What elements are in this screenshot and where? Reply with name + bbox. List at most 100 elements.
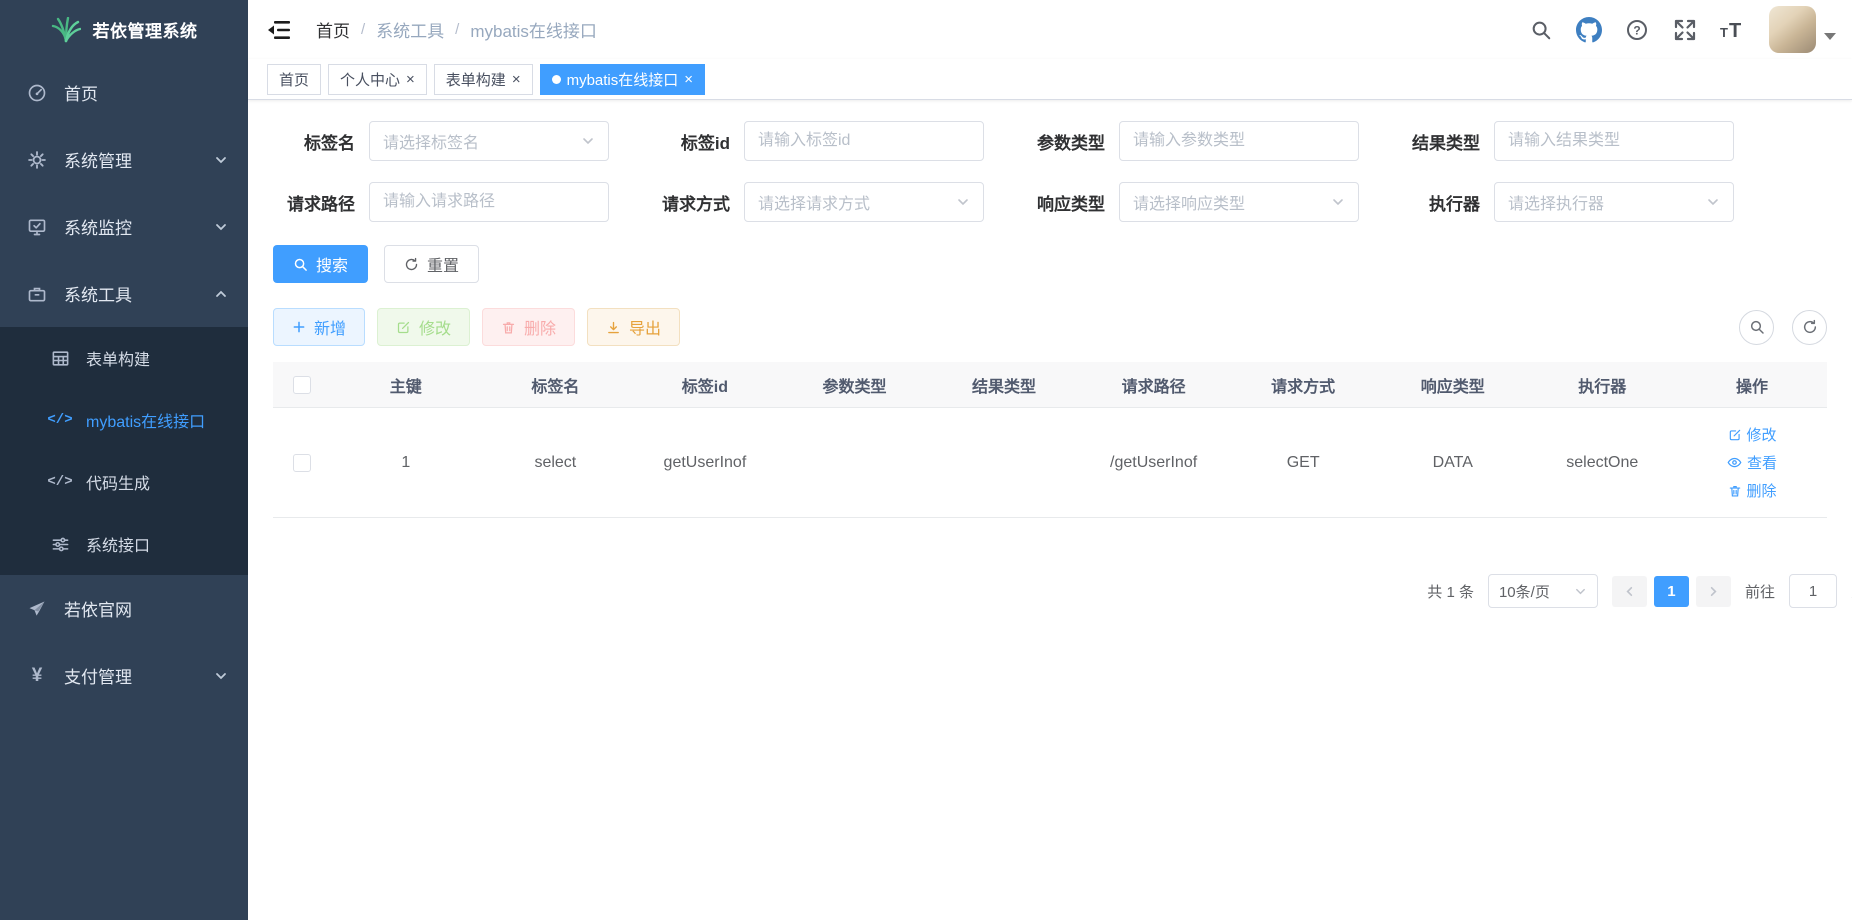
sidebar-item-form-builder[interactable]: 表单构建: [0, 327, 248, 389]
trash-icon: [1728, 484, 1742, 498]
sidebar-item-payment-management[interactable]: ¥ 支付管理: [0, 642, 248, 709]
reset-button[interactable]: 重置: [384, 245, 479, 283]
cell-response-type: DATA: [1378, 450, 1528, 476]
help-icon[interactable]: ?: [1617, 10, 1657, 50]
page-size-select[interactable]: 10条/页: [1488, 574, 1598, 608]
tab-form-builder[interactable]: 表单构建 ×: [434, 64, 533, 95]
refresh-table-button[interactable]: [1792, 310, 1827, 345]
sidebar-item-system-monitor[interactable]: 系统监控: [0, 193, 248, 260]
chevron-left-icon: [1623, 585, 1636, 598]
table-row[interactable]: 1 select getUserInof /getUserInof GET DA…: [273, 408, 1827, 518]
sidebar-item-label: 系统监控: [64, 214, 132, 239]
topbar-tools: ? T T: [1521, 6, 1836, 53]
chevron-down-icon: [1574, 585, 1587, 598]
app-root: 若依管理系统 首页: [0, 0, 1852, 920]
caret-down-icon: [1824, 33, 1836, 40]
result-type-input[interactable]: [1494, 121, 1734, 161]
close-icon[interactable]: ×: [684, 72, 693, 87]
sidebar-item-system-tools[interactable]: 系统工具: [0, 260, 248, 327]
field-request-path: 请求路径: [273, 182, 648, 222]
table-toolbar: 新增 修改 删除: [273, 308, 1827, 346]
sidebar-item-home[interactable]: 首页: [0, 59, 248, 126]
column-header: 标签名: [481, 369, 631, 401]
row-checkbox[interactable]: [293, 454, 311, 472]
sidebar-item-mybatis-online-api[interactable]: </> mybatis在线接口: [0, 389, 248, 451]
row-view-link[interactable]: 查看: [1727, 452, 1777, 473]
dashboard-icon: [26, 82, 48, 104]
sidebar-item-label: 代码生成: [86, 470, 150, 494]
breadcrumb: 首页 / 系统工具 / mybatis在线接口: [316, 17, 597, 42]
logo[interactable]: 若依管理系统: [0, 0, 248, 59]
param-type-input[interactable]: [1119, 121, 1359, 161]
tag-id-input[interactable]: [744, 121, 984, 161]
delete-button[interactable]: 删除: [482, 308, 575, 346]
row-delete-link[interactable]: 删除: [1728, 480, 1777, 501]
chevron-down-icon: [214, 153, 228, 167]
prev-page-button[interactable]: [1612, 576, 1647, 607]
page-number-1[interactable]: 1: [1654, 576, 1689, 607]
search-icon: [293, 257, 308, 272]
sidebar-item-label: 系统管理: [64, 147, 132, 172]
field-executor: 执行器 请选择执行器: [1398, 182, 1773, 222]
tab-home[interactable]: 首页: [267, 64, 321, 95]
search-form: 标签名 请选择标签名 标签id 参数类型: [273, 121, 1827, 243]
request-method-select[interactable]: 请选择请求方式: [744, 182, 984, 222]
tab-profile[interactable]: 个人中心 ×: [328, 64, 427, 95]
app-title: 若依管理系统: [93, 17, 198, 42]
close-icon[interactable]: ×: [406, 72, 415, 87]
fullscreen-icon[interactable]: [1665, 10, 1705, 50]
active-tab-dot: [552, 75, 561, 84]
tab-label: 表单构建: [446, 69, 506, 90]
chevron-right-icon: [1707, 585, 1720, 598]
main-area: 首页 / 系统工具 / mybatis在线接口: [248, 0, 1852, 920]
sidebar-item-system-management[interactable]: 系统管理: [0, 126, 248, 193]
close-icon[interactable]: ×: [512, 72, 521, 87]
svg-text:?: ?: [1633, 23, 1640, 37]
code-icon: </>: [49, 409, 71, 431]
trash-icon: [501, 320, 516, 335]
goto-page-input[interactable]: [1789, 574, 1837, 608]
tab-mybatis-online-api[interactable]: mybatis在线接口 ×: [540, 64, 705, 95]
cell-param-type: [780, 459, 930, 467]
request-path-input[interactable]: [369, 182, 609, 222]
executor-select[interactable]: 请选择执行器: [1494, 182, 1734, 222]
cell-request-method: GET: [1228, 450, 1378, 476]
sidebar-menu: 首页 系统管理: [0, 59, 248, 709]
breadcrumb-separator: /: [361, 21, 365, 38]
column-header: 响应类型: [1378, 369, 1528, 401]
edit-button[interactable]: 修改: [377, 308, 470, 346]
chevron-down-icon: [956, 195, 970, 209]
next-page-button[interactable]: [1696, 576, 1731, 607]
sidebar-item-code-generation[interactable]: </> 代码生成: [0, 451, 248, 513]
row-edit-link[interactable]: 修改: [1728, 424, 1777, 445]
topbar: 首页 / 系统工具 / mybatis在线接口: [248, 0, 1852, 59]
response-type-select[interactable]: 请选择响应类型: [1119, 182, 1359, 222]
sidebar-item-ruoyi-website[interactable]: 若依官网: [0, 575, 248, 642]
collapse-sidebar-button[interactable]: [248, 0, 310, 59]
breadcrumb-separator: /: [455, 21, 459, 38]
form-actions: 搜索 重置: [273, 245, 1827, 283]
github-icon[interactable]: [1569, 10, 1609, 50]
add-button[interactable]: 新增: [273, 308, 365, 346]
column-header: 结果类型: [929, 369, 1079, 401]
select-all-checkbox[interactable]: [293, 376, 311, 394]
avatar[interactable]: [1769, 6, 1816, 53]
column-header: 操作: [1677, 369, 1827, 401]
tag-name-select[interactable]: 请选择标签名: [369, 121, 609, 161]
chevron-up-icon: [214, 287, 228, 301]
table-header-row: 主键 标签名 标签id 参数类型 结果类型 请求路径 请求方式 响应类型 执行器…: [273, 362, 1827, 408]
chevron-down-icon: [1331, 195, 1345, 209]
toggle-search-button[interactable]: [1739, 310, 1774, 345]
font-size-icon[interactable]: T T: [1713, 10, 1753, 50]
field-param-type: 参数类型: [1023, 121, 1398, 161]
column-header: 请求路径: [1079, 369, 1229, 401]
toolbox-icon: [26, 283, 48, 305]
tab-label: 个人中心: [340, 69, 400, 90]
search-icon[interactable]: [1521, 10, 1561, 50]
user-menu[interactable]: [1769, 6, 1836, 53]
sidebar-item-system-api[interactable]: 系统接口: [0, 513, 248, 575]
column-header: 主键: [331, 369, 481, 401]
search-button[interactable]: 搜索: [273, 245, 368, 283]
export-button[interactable]: 导出: [587, 308, 680, 346]
breadcrumb-item-home[interactable]: 首页: [316, 17, 350, 42]
